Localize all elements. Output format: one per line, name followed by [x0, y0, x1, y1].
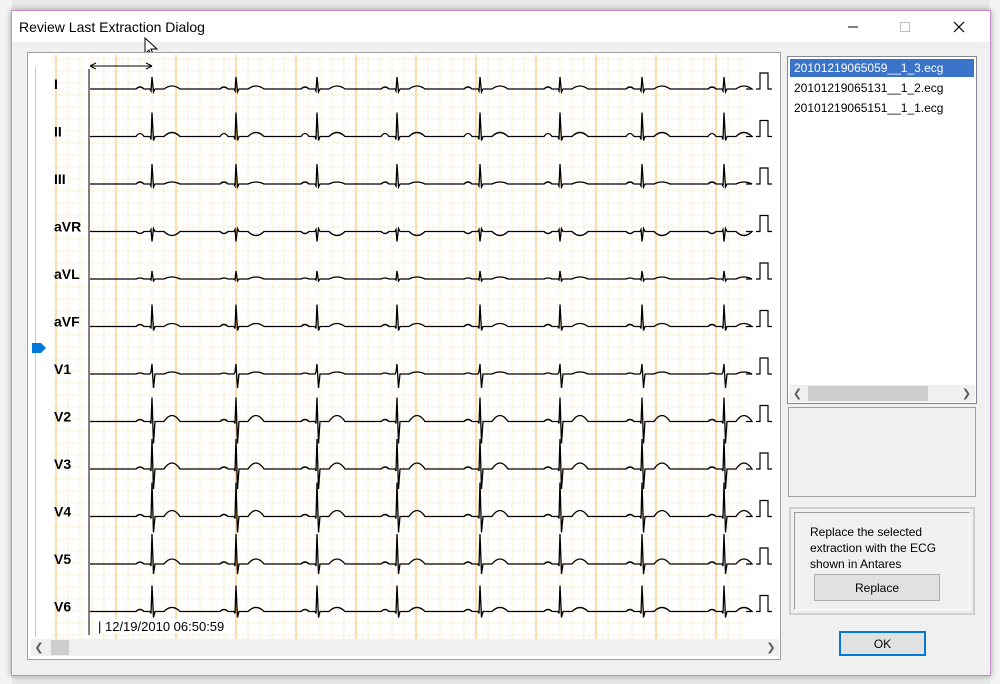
lead-label-V4: V4 [54, 504, 71, 520]
lead-label-I: I [54, 76, 58, 92]
lead-label-aVF: aVF [54, 314, 80, 330]
ecg-timestamp: | 12/19/2010 06:50:59 [96, 619, 227, 634]
close-icon [953, 21, 965, 32]
close-button[interactable] [936, 11, 982, 42]
lead-label-aVL: aVL [54, 266, 80, 282]
ecg-horizontal-scrollbar[interactable]: ❮ ❯ [31, 639, 779, 656]
minimize-icon [848, 26, 858, 27]
ok-button[interactable]: OK [839, 631, 926, 656]
scroll-right-icon[interactable]: ❯ [763, 639, 779, 656]
scroll-right-icon[interactable]: ❯ [958, 385, 975, 402]
scroll-left-icon[interactable]: ❮ [789, 385, 806, 402]
maximize-icon [900, 21, 910, 32]
replace-button[interactable]: Replace [814, 574, 940, 601]
lead-label-V1: V1 [54, 361, 71, 377]
lead-label-V6: V6 [54, 599, 71, 615]
file-list-item[interactable]: 20101219065131__1_2.ecg [790, 79, 974, 97]
file-list-item[interactable]: 20101219065151__1_1.ecg [790, 99, 974, 117]
scroll-left-icon[interactable]: ❮ [31, 639, 47, 656]
desktop-background-right [990, 0, 1000, 684]
replace-description: Replace the selected extraction with the… [810, 525, 937, 571]
file-list-item[interactable]: 20101219065059__1_3.ecg [790, 59, 974, 77]
scrollbar-thumb[interactable] [808, 386, 928, 401]
lead-label-II: II [54, 124, 62, 140]
extraction-file-list[interactable]: 20101219065059__1_3.ecg 20101219065131__… [787, 56, 977, 404]
lead-label-III: III [54, 171, 66, 187]
window-title: Review Last Extraction Dialog [19, 19, 205, 35]
preview-panel [788, 407, 976, 497]
minimize-button[interactable] [830, 11, 876, 42]
review-dialog-window: Review Last Extraction Dialog I II III aVR a… [11, 10, 991, 676]
scrollbar-thumb[interactable] [51, 640, 69, 655]
lead-label-aVR: aVR [54, 219, 81, 235]
lead-label-V5: V5 [54, 551, 71, 567]
file-list-scrollbar[interactable]: ❮ ❯ [789, 385, 975, 402]
ecg-grid: IIIIIIaVRaVLaVFV1V2V3V4V5V6 [52, 55, 778, 639]
maximize-button[interactable] [882, 11, 928, 42]
slider-thumb-icon[interactable] [32, 343, 46, 353]
lead-label-V2: V2 [54, 409, 71, 425]
lead-label-V3: V3 [54, 456, 71, 472]
